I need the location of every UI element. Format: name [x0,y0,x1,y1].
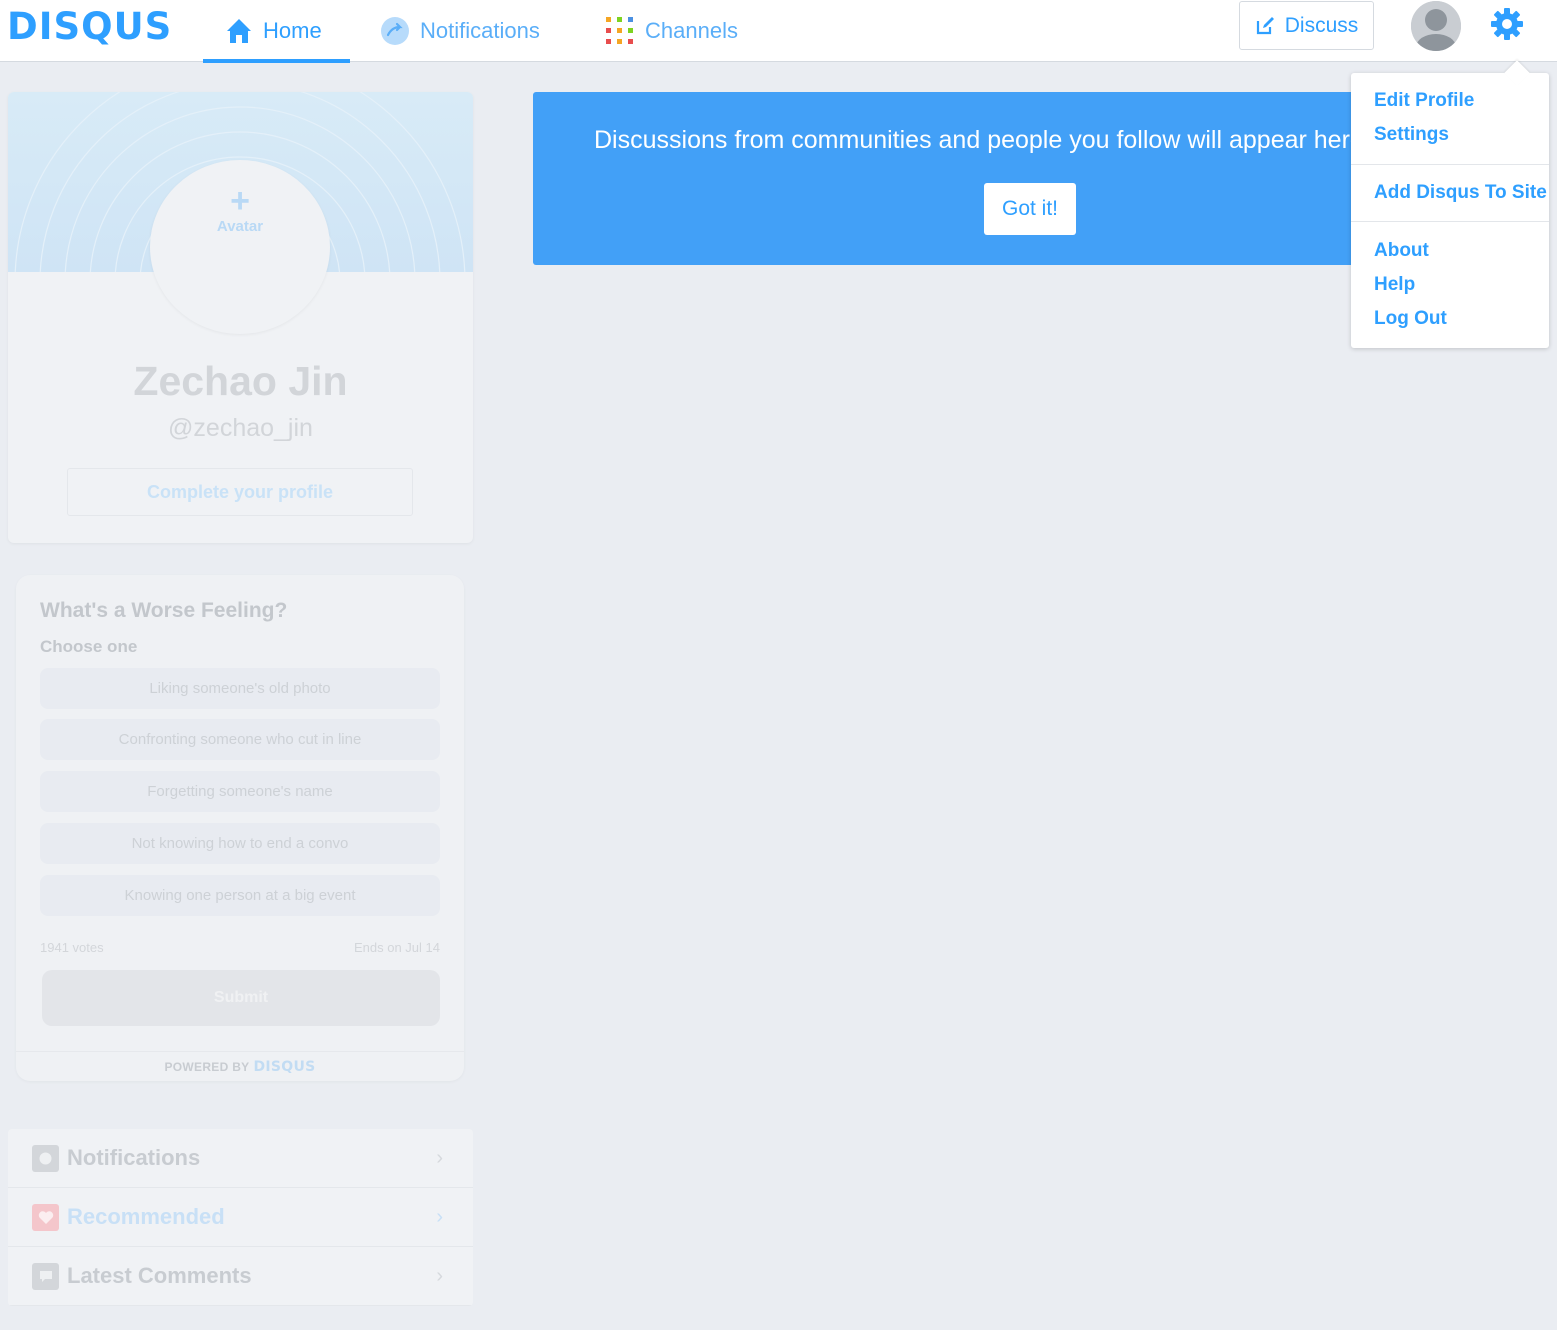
menu-settings[interactable]: Settings [1374,124,1449,146]
menu-about[interactable]: About [1374,240,1429,262]
chevron-right-icon: › [436,1205,443,1228]
profile-handle: @zechao_jin [168,414,313,442]
active-tab-indicator [203,59,350,63]
poll-option[interactable]: Liking someone's old photo [40,668,440,709]
menu-edit-profile[interactable]: Edit Profile [1374,90,1474,112]
nav-home-label: Home [263,18,322,43]
nav-notifications[interactable]: Notifications [380,0,540,62]
discuss-label: Discuss [1284,13,1359,37]
poll-option[interactable]: Forgetting someone's name [40,771,440,812]
profile-avatar-upload[interactable]: + Avatar [150,160,330,334]
nav-channels-label: Channels [645,18,738,43]
poll-vote-count: 1941 votes [40,940,104,955]
notifications-icon [380,16,410,46]
heart-icon [32,1204,59,1231]
poll-powered-by[interactable]: POWERED BY DISQUS [16,1051,464,1081]
notifications-icon [32,1145,59,1172]
poll-option[interactable]: Not knowing how to end a convo [40,823,440,864]
nav-home[interactable]: Home [203,0,350,63]
sidebar-item-notifications[interactable]: Notifications › [8,1129,473,1188]
sidebar-item-label: Recommended [67,1204,225,1229]
nav-channels[interactable]: Channels [605,0,738,62]
sidebar-item-recommended[interactable]: Recommended › [8,1188,473,1247]
welcome-banner: Discussions from communities and people … [533,92,1383,265]
top-nav: DISQUS Home Notifications Channels Discu… [0,0,1557,63]
got-it-button[interactable]: Got it! [984,183,1076,235]
nav-notifications-label: Notifications [420,18,540,43]
avatar-label: Avatar [216,218,264,235]
complete-profile-button[interactable]: Complete your profile [67,468,413,516]
banner-text: Discussions from communities and people … [594,126,1377,154]
user-avatar[interactable] [1411,1,1461,51]
powered-by-label: POWERED BY [164,1059,250,1074]
sidebar-list: Notifications › Recommended › Latest Com… [8,1129,473,1306]
poll-widget: What's a Worse Feeling? Choose one Likin… [16,575,464,1081]
menu-divider [1351,221,1549,222]
channels-grid-icon [605,16,635,46]
poll-title: What's a Worse Feeling? [40,599,288,622]
plus-icon: + [230,182,250,220]
dropdown-caret [1504,60,1530,86]
compose-icon [1255,16,1275,36]
sidebar-item-latest-comments[interactable]: Latest Comments › [8,1247,473,1306]
settings-dropdown: Edit Profile Settings Add Disqus To Site… [1351,60,1549,348]
profile-name: Zechao Jin [133,358,348,404]
sidebar-item-label: Notifications [67,1145,201,1170]
poll-option[interactable]: Knowing one person at a big event [40,875,440,916]
menu-divider [1351,164,1549,165]
poll-end-date: Ends on Jul 14 [353,940,440,955]
menu-add-disqus[interactable]: Add Disqus To Site [1374,182,1547,204]
chevron-right-icon: › [436,1264,443,1287]
gear-icon[interactable] [1489,6,1525,42]
discuss-button[interactable]: Discuss [1239,1,1374,50]
poll-option[interactable]: Confronting someone who cut in line [40,719,440,760]
sidebar-item-label: Latest Comments [67,1263,252,1288]
home-icon [225,17,253,45]
powered-by-brand: DISQUS [253,1058,316,1075]
poll-subtitle: Choose one [40,637,138,656]
menu-log-out[interactable]: Log Out [1374,308,1447,330]
chevron-right-icon: › [436,1146,443,1169]
poll-submit-button[interactable]: Submit [42,970,440,1026]
profile-card: + Avatar Zechao Jin @zechao_jin Complete… [8,92,473,543]
comment-icon [32,1263,59,1290]
menu-help[interactable]: Help [1374,274,1415,296]
disqus-logo[interactable]: DISQUS [7,5,172,48]
